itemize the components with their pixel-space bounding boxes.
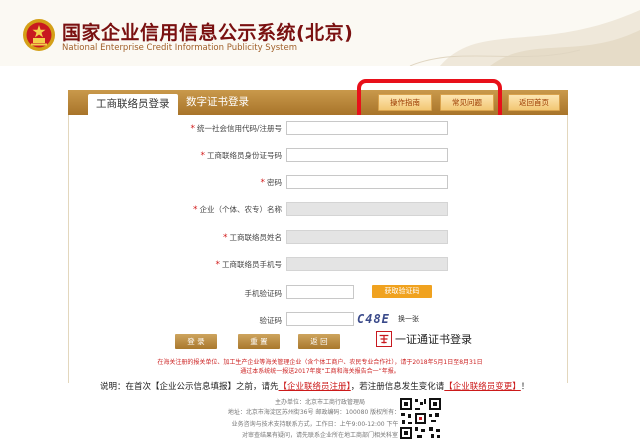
login-button[interactable]: 登 录 <box>175 334 217 349</box>
footer-address: 地址：北京市海淀区苏州街36号 邮政编码：100080 版权所有：北京 <box>227 409 413 416</box>
footer-support: 业务咨询与技术支持联系方式，工作日：上午9:00-12:00 下午：1 <box>231 421 409 428</box>
field-label-liaison-name: * 工商联络员姓名 <box>223 233 282 243</box>
sms-code-input[interactable] <box>286 285 354 299</box>
tab-certificate-login[interactable]: 数字证书登录 <box>186 90 249 115</box>
footer-organizer: 主办单位：北京市工商行政管理局 <box>274 399 365 406</box>
field-label-company-name: * 企业（个体、农专）名称 <box>193 205 282 215</box>
credit-code-input[interactable] <box>286 121 448 135</box>
field-label-liaison-phone: * 工商联络员手机号 <box>215 260 283 270</box>
tab-liaison-login[interactable]: 工商联络员登录 <box>88 94 178 115</box>
liaison-change-link[interactable]: 【企业联络员变更】 <box>444 382 521 392</box>
liaison-phone-input <box>286 257 448 271</box>
get-sms-code-button[interactable]: 获取验证码 <box>372 285 432 298</box>
field-label-password: * 密码 <box>260 178 283 188</box>
liaison-register-link[interactable]: 【企业联络员注册】 <box>279 382 351 392</box>
reset-button[interactable]: 重 置 <box>238 334 280 349</box>
site-title: 国家企业信用信息公示系统(北京) <box>62 22 354 44</box>
explain-middle: ，若注册信息发生变化请 <box>350 382 445 392</box>
registration-explanation: 说明：在首次【企业公示信息填报】之前，请先【企业联络员注册】，若注册信息发生变化… <box>100 380 529 392</box>
field-label-credit-code: * 统一社会信用代码/注册号 <box>190 124 282 134</box>
return-home-button[interactable]: 返回首页 <box>508 94 560 111</box>
site-subtitle: National Enterprise Credit Information P… <box>62 43 297 53</box>
explain-prefix: 说明：在首次【企业公示信息填报】之前，请先 <box>100 382 279 392</box>
notice-line-2: 通过本系统统一报送2017年度“工商和海关报告合一”年报。 <box>240 368 400 375</box>
explain-suffix: ！ <box>520 382 530 392</box>
liaison-id-input[interactable] <box>286 148 448 162</box>
field-label-liaison-id: * 工商联络员身份证号码 <box>200 151 283 161</box>
captcha-input[interactable] <box>286 312 354 326</box>
liaison-name-input <box>286 230 448 244</box>
header-decoration <box>409 10 640 66</box>
captcha-label: 验证码 <box>259 316 283 325</box>
qr-code-image <box>398 396 443 441</box>
captcha-image[interactable]: C48E <box>357 312 390 326</box>
national-emblem-logo <box>23 19 55 51</box>
password-input[interactable] <box>286 175 448 189</box>
certificate-icon[interactable] <box>376 331 392 347</box>
notice-line-1: 在海关注册的报关单位、加工生产企业等海关管理企业（含个体工商户、农民专业合作社）… <box>157 359 483 366</box>
company-name-input <box>286 202 448 216</box>
certificate-login-link[interactable]: 一证通证书登录 <box>395 331 472 347</box>
site-footer: 主办单位：北京市工商行政管理局 地址：北京市海淀区苏州街36号 邮政编码：100… <box>0 395 640 443</box>
sms-code-label: 手机验证码 <box>244 289 283 298</box>
refresh-captcha-link[interactable]: 换一张 <box>398 314 419 324</box>
back-button[interactable]: 返 回 <box>298 334 340 349</box>
footer-note: 对审查结果有疑问，请先联系企业所在地工商部门相关科室 <box>241 432 398 439</box>
site-header: 国家企业信用信息公示系统(北京) National Enterprise Cre… <box>0 0 640 66</box>
